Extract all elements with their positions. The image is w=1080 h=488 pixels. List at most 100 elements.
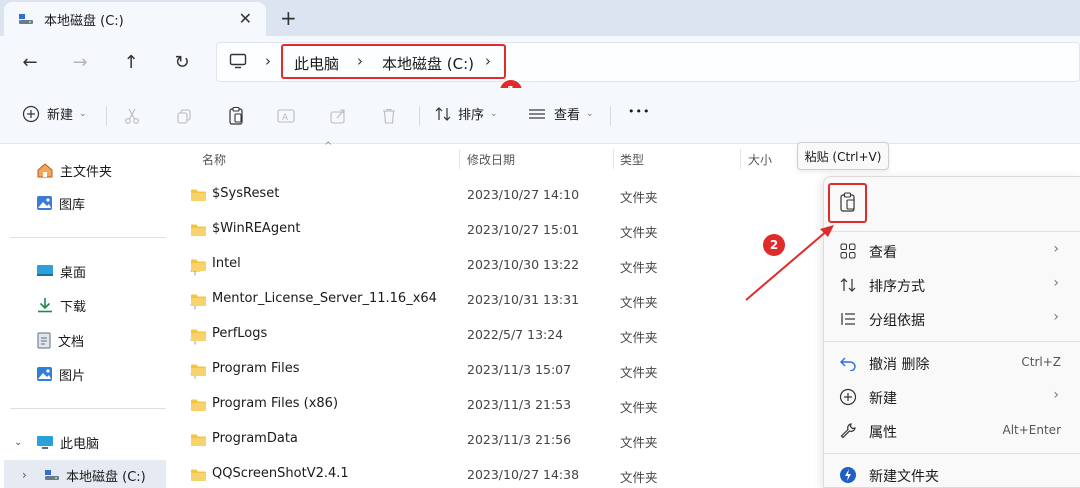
forward-button[interactable]: →: [66, 48, 94, 76]
wrench-icon: [838, 421, 858, 441]
menu-divider: [824, 341, 1080, 342]
share-icon[interactable]: [326, 104, 350, 128]
sidebar-item-documents[interactable]: 文档: [36, 325, 206, 355]
pc-icon: [36, 435, 54, 450]
up-button[interactable]: ↑: [117, 48, 145, 76]
file-row[interactable]: $SysReset 2023/10/27 14:10 文件夹: [184, 177, 824, 212]
column-header-type[interactable]: 类型: [620, 151, 644, 168]
menu-item-new-folder[interactable]: 新建文件夹: [824, 457, 1080, 488]
file-type: 文件夹: [620, 470, 658, 485]
column-divider[interactable]: [459, 149, 460, 169]
column-divider[interactable]: [740, 149, 741, 169]
sidebar-item-label: 下载: [60, 299, 87, 315]
sidebar-item-label: 主文件夹: [60, 164, 113, 180]
navigation-row: ← → ↑ ↻ › 此电脑 › 本地磁盘 (C:) ›: [0, 36, 1080, 88]
column-header-date[interactable]: 修改日期: [467, 151, 515, 168]
sidebar-item-pictures[interactable]: 图片: [36, 359, 206, 389]
file-date: 2023/11/3 21:56: [467, 432, 572, 447]
folder-icon: [190, 223, 207, 237]
file-name: PerfLogs: [212, 326, 268, 341]
chevron-right-icon: ›: [1053, 309, 1059, 325]
menu-item-undo-delete[interactable]: 撤消 删除 Ctrl+Z: [824, 345, 1080, 379]
menu-item-group-by[interactable]: 分组依据 ›: [824, 301, 1080, 335]
file-row[interactable]: QQScreenShotV2.4.1 2023/10/27 14:38 文件夹: [184, 457, 824, 488]
file-row[interactable]: PerfLogs 2022/5/7 13:24 文件夹: [184, 317, 824, 352]
view-button-label: 查看: [554, 108, 581, 123]
chevron-right-icon: ›: [1053, 241, 1059, 257]
file-date: 2022/5/7 13:24: [467, 327, 564, 342]
drive-icon: [18, 12, 34, 26]
file-date: 2023/10/31 13:31: [467, 292, 580, 307]
menu-item-sort-by[interactable]: 排序方式 ›: [824, 267, 1080, 301]
undo-icon: [838, 353, 858, 373]
file-name: Program Files (x86): [212, 396, 339, 411]
file-name: ProgramData: [212, 431, 298, 446]
chevron-right-icon: ›: [1053, 387, 1059, 403]
file-name: Program Files: [212, 361, 300, 376]
new-button[interactable]: 新建 ⌄: [22, 104, 87, 123]
tab-local-disk[interactable]: 本地磁盘 (C:) ✕: [4, 2, 266, 36]
annotation-arrow: [745, 225, 834, 301]
cut-icon[interactable]: [120, 104, 144, 128]
back-button[interactable]: ←: [16, 48, 44, 76]
column-header-size[interactable]: 大小: [748, 151, 772, 168]
document-icon: [36, 332, 52, 349]
menu-divider: [824, 231, 1080, 232]
refresh-button[interactable]: ↻: [168, 48, 196, 76]
new-tab-button[interactable]: +: [280, 6, 297, 30]
file-date: 2023/10/27 14:10: [467, 187, 580, 202]
home-icon: [36, 162, 54, 178]
menu-item-label: 新建文件夹: [869, 469, 939, 485]
chevron-down-icon: ⌄: [586, 108, 594, 119]
column-divider[interactable]: [613, 149, 614, 169]
sidebar-item-local-disk[interactable]: › 本地磁盘 (C:): [4, 460, 166, 488]
more-options-button[interactable]: •••: [628, 105, 650, 118]
menu-item-shortcut: Ctrl+Z: [1021, 355, 1061, 369]
file-row[interactable]: Program Files 2023/11/3 15:07 文件夹: [184, 352, 824, 387]
file-list: ^ 名称 修改日期 类型 大小 $SysReset 2023/10/27 14:1…: [184, 141, 824, 488]
annotation-highlight-address: [281, 44, 506, 79]
menu-item-shortcut: Alt+Enter: [1002, 423, 1061, 437]
file-row[interactable]: ProgramData 2023/11/3 21:56 文件夹: [184, 422, 824, 457]
group-icon: [838, 309, 858, 329]
menu-item-view[interactable]: 查看 ›: [824, 233, 1080, 267]
menu-item-properties[interactable]: 属性 Alt+Enter: [824, 413, 1080, 447]
file-name: Mentor_License_Server_11.16_x64: [212, 291, 437, 306]
grid-icon: [838, 241, 858, 261]
view-button[interactable]: 查看 ⌄: [528, 104, 594, 123]
column-header-name[interactable]: 名称: [202, 151, 226, 168]
sidebar-item-desktop[interactable]: 桌面: [36, 256, 206, 286]
file-row[interactable]: Intel 2023/10/30 13:22 文件夹: [184, 247, 824, 282]
sort-icon: [434, 105, 452, 123]
file-row[interactable]: Program Files (x86) 2023/11/3 21:53 文件夹: [184, 387, 824, 422]
sort-button[interactable]: 排序 ⌄: [434, 104, 498, 123]
delete-icon[interactable]: [377, 104, 401, 128]
folder-icon: [190, 293, 207, 307]
expand-chevron-icon[interactable]: ›: [22, 468, 34, 482]
menu-item-new[interactable]: 新建 ›: [824, 379, 1080, 413]
expand-chevron-icon[interactable]: ⌄: [14, 437, 28, 448]
folder-icon: [190, 398, 207, 412]
paste-icon[interactable]: [224, 104, 248, 128]
file-name: $WinREAgent: [212, 221, 301, 236]
rename-icon[interactable]: A: [274, 104, 298, 128]
menu-item-label: 查看: [869, 245, 897, 261]
file-name: QQScreenShotV2.4.1: [212, 466, 349, 481]
folder-icon: [190, 328, 207, 342]
file-row[interactable]: $WinREAgent 2023/10/27 15:01 文件夹: [184, 212, 824, 247]
chevron-down-icon: ⌄: [490, 108, 498, 119]
file-row[interactable]: Mentor_License_Server_11.16_x64 2023/10/3…: [184, 282, 824, 317]
file-date: 2023/10/27 14:38: [467, 467, 580, 482]
sidebar-item-home[interactable]: 主文件夹: [36, 155, 206, 185]
sidebar-item-this-pc[interactable]: ⌄ 此电脑: [14, 427, 170, 457]
new-button-label: 新建: [47, 108, 74, 123]
close-tab-icon[interactable]: ✕: [239, 9, 252, 28]
menu-item-label: 排序方式: [869, 279, 925, 295]
sort-button-label: 排序: [458, 108, 485, 123]
menu-item-label: 撤消 删除: [869, 357, 930, 373]
sidebar-item-downloads[interactable]: 下载: [36, 290, 206, 320]
sidebar-item-gallery[interactable]: 图库: [36, 188, 206, 218]
copy-icon[interactable]: [172, 104, 196, 128]
gallery-icon: [36, 195, 53, 211]
menu-divider: [824, 453, 1080, 454]
